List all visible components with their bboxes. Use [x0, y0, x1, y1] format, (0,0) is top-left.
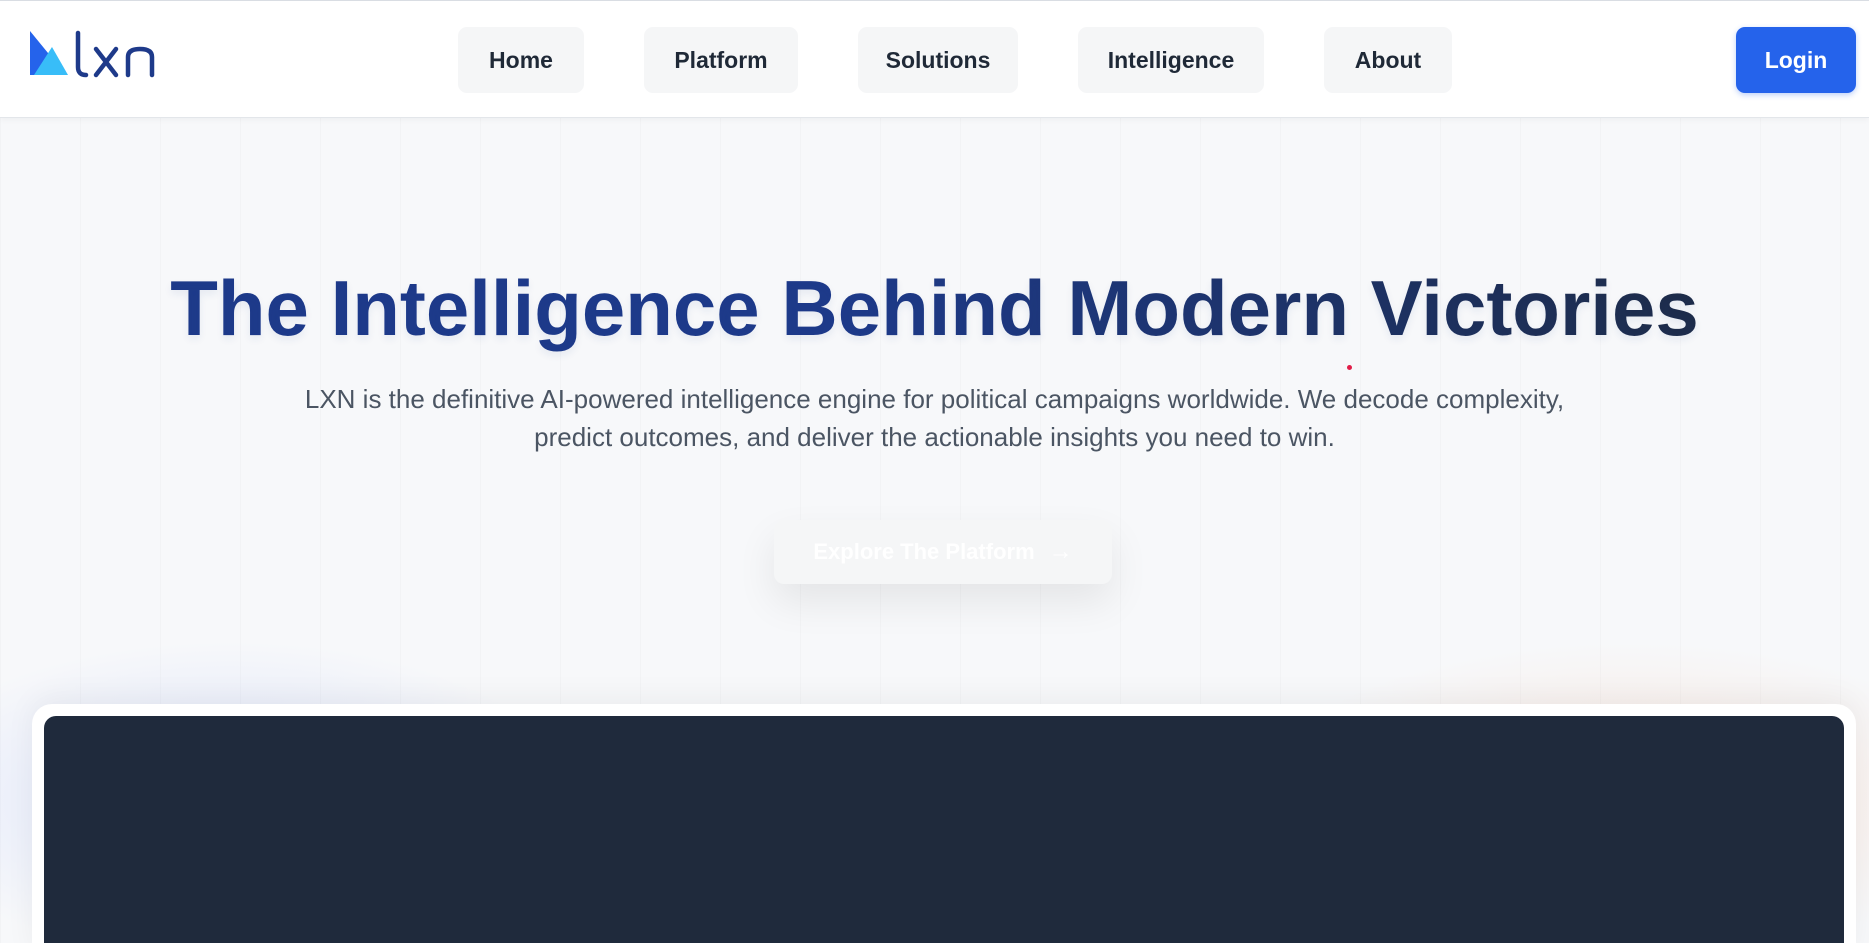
- nav-home[interactable]: Home: [458, 27, 584, 93]
- dashboard-preview: [44, 716, 1844, 943]
- hero-title: The Intelligence Behind Modern Victories: [0, 258, 1869, 358]
- main-nav: Home Platform Solutions Intelligence Abo…: [0, 27, 1869, 93]
- cursor-dot: [1347, 365, 1352, 370]
- hero-subtitle: LXN is the definitive AI-powered intelli…: [304, 384, 1565, 452]
- explore-platform-label: Explore The Platform: [813, 539, 1035, 564]
- page: lxn Home Platform Solutions Intelligence…: [0, 0, 1869, 943]
- login-button[interactable]: Login: [1736, 27, 1856, 93]
- nav-about[interactable]: About: [1324, 27, 1452, 93]
- nav-platform[interactable]: Platform: [644, 27, 798, 93]
- nav-solutions[interactable]: Solutions: [858, 27, 1018, 93]
- site-header: lxn Home Platform Solutions Intelligence…: [0, 0, 1869, 118]
- explore-platform-button[interactable]: Explore The Platform →: [774, 520, 1112, 584]
- nav-intelligence[interactable]: Intelligence: [1078, 27, 1264, 93]
- arrow-right-icon: →: [1048, 538, 1073, 565]
